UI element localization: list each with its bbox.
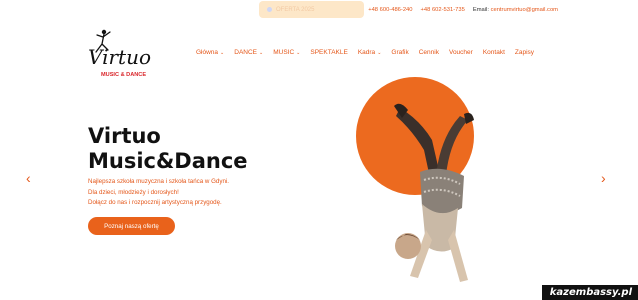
nav-item-kontakt[interactable]: Kontakt [483, 49, 505, 56]
chevron-down-icon: ⌄ [296, 49, 301, 56]
hero-title-line-2: Music&Dance [88, 149, 248, 173]
hero-title-line-1: Virtuo [88, 124, 161, 148]
chevron-down-icon: ⌄ [259, 49, 264, 56]
nav-item-label: Główna [196, 49, 219, 56]
offer-icon [267, 7, 272, 12]
nav-item-label: MUSIC [273, 49, 295, 56]
nav-item-spektakle[interactable]: SPEKTAKLE [310, 49, 347, 56]
hero-desc-line-1: Najlepsza szkoła muzyczna i szkoła tańca… [88, 178, 229, 185]
site-logo[interactable]: Virtuo MUSIC & DANCE [82, 26, 158, 84]
nav-item-kadra[interactable]: Kadra ⌄ [358, 49, 382, 56]
email-label: Email: [472, 7, 489, 13]
nav-item-label: Zapisy [514, 49, 535, 56]
nav-item-label: Grafik [391, 49, 409, 56]
slider-prev-button[interactable]: ‹ [26, 170, 31, 186]
nav-item-label: DANCE [234, 49, 258, 56]
watermark-label: kazembassy.pl [541, 285, 638, 300]
nav-item-label: SPEKTAKLE [310, 49, 348, 56]
phone-link-1[interactable]: +48 600-486-240 [368, 7, 412, 13]
hero-desc-line-2: Dla dzieci, młodzieży i dorosłych! [88, 188, 179, 196]
nav-item-dance[interactable]: DANCE ⌄ [234, 49, 263, 56]
nav-item-cennik[interactable]: Cennik [419, 49, 439, 56]
email-link[interactable]: centrumvirtuo@gmail.com [491, 7, 558, 13]
offer-cta-button[interactable]: Poznaj naszą ofertę [88, 217, 175, 235]
nav-item-label: Cennik [418, 49, 439, 56]
hero-desc-line-3: Dołącz do nas i rozpocznij artystyczną p… [88, 199, 222, 206]
logo-tagline: MUSIC & DANCE [101, 72, 146, 78]
email-contact[interactable]: Email: centrumvirtuo@gmail.com [473, 7, 558, 13]
nav-item-music[interactable]: MUSIC ⌄ [273, 49, 300, 56]
slider-next-button[interactable]: › [601, 170, 606, 186]
chevron-down-icon: ⌄ [220, 49, 225, 56]
hero-description: Najlepsza szkoła muzyczna i szkoła tańca… [88, 177, 229, 209]
chevron-down-icon: ⌄ [377, 49, 382, 56]
hero-dancer-image [394, 103, 474, 282]
main-nav: Główna ⌄ DANCE ⌄ MUSIC ⌄ SPEKTAKLE Kadra ⌄ Grafik… [196, 49, 534, 56]
nav-item-label: Kadra [357, 49, 376, 56]
phone-link-2[interactable]: +48 602-531-735 [421, 7, 465, 13]
nav-item-voucher[interactable]: Voucher [449, 49, 473, 56]
nav-item-grafik[interactable]: Grafik [391, 49, 408, 56]
nav-item-główna[interactable]: Główna ⌄ [196, 49, 224, 56]
hero-title: Virtuo Music&Dance [88, 124, 248, 174]
offer-badge[interactable]: OFERTA 2025 [259, 1, 364, 18]
logo-wordmark: Virtuo [88, 45, 151, 69]
top-contact-bar: OFERTA 2025 +48 600-486-240 +48 602-531-… [0, 0, 638, 20]
nav-item-zapisy[interactable]: Zapisy [515, 49, 534, 56]
nav-item-label: Voucher [448, 49, 473, 56]
offer-text: OFERTA 2025 [276, 6, 315, 13]
nav-item-label: Kontakt [482, 49, 505, 56]
